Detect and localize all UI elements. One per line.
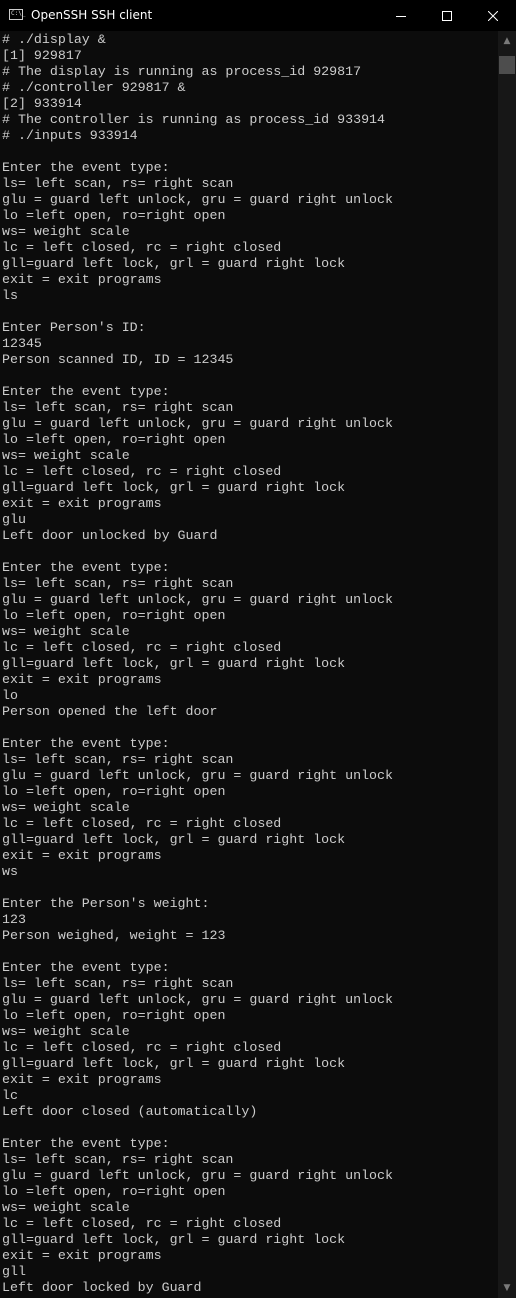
terminal-line: ls: [2, 288, 18, 303]
terminal-line: ls= left scan, rs= right scan: [2, 176, 234, 191]
terminal-line: Enter the event type:: [2, 384, 170, 399]
terminal-line: ls= left scan, rs= right scan: [2, 1152, 234, 1167]
terminal-line: lc = left closed, rc = right closed: [2, 1040, 282, 1055]
title-bar: C:\_ OpenSSH SSH client: [0, 0, 516, 31]
terminal-line: Person scanned ID, ID = 12345: [2, 352, 234, 367]
terminal-line: Enter the Person's weight:: [2, 896, 210, 911]
terminal-line: ws= weight scale: [2, 1024, 130, 1039]
terminal-line: Enter the event type:: [2, 560, 170, 575]
terminal-line: Person weighed, weight = 123: [2, 928, 226, 943]
terminal-line: lo: [2, 688, 18, 703]
terminal-line: # ./display &: [2, 32, 106, 47]
terminal-line: gll=guard left lock, grl = guard right l…: [2, 1056, 346, 1071]
terminal-line: lo =left open, ro=right open: [2, 208, 226, 223]
minimize-button[interactable]: [378, 0, 424, 31]
terminal-line: ws= weight scale: [2, 448, 130, 463]
terminal-line: glu = guard left unlock, gru = guard rig…: [2, 416, 393, 431]
terminal-line: exit = exit programs: [2, 496, 162, 511]
terminal-line: lo =left open, ro=right open: [2, 1008, 226, 1023]
terminal-line: ws= weight scale: [2, 624, 130, 639]
terminal-line: # ./inputs 933914: [2, 128, 138, 143]
terminal-line: Enter the event type:: [2, 1136, 170, 1151]
terminal-line: lc = left closed, rc = right closed: [2, 1216, 282, 1231]
terminal-line: glu: [2, 512, 26, 527]
terminal-line: Left door locked by Guard: [2, 1280, 202, 1295]
close-button[interactable]: [470, 0, 516, 31]
terminal-line: lc = left closed, rc = right closed: [2, 240, 282, 255]
terminal-line: lc: [2, 1088, 18, 1103]
terminal-line: gll=guard left lock, grl = guard right l…: [2, 1232, 346, 1247]
terminal-line: # The display is running as process_id 9…: [2, 64, 362, 79]
terminal-line: ls= left scan, rs= right scan: [2, 752, 234, 767]
terminal-line: ws= weight scale: [2, 800, 130, 815]
terminal-line: ws= weight scale: [2, 1200, 130, 1215]
terminal-line: gll=guard left lock, grl = guard right l…: [2, 480, 346, 495]
window-title: OpenSSH SSH client: [31, 8, 153, 22]
terminal-line: # The controller is running as process_i…: [2, 112, 386, 127]
scroll-down-icon[interactable]: ▼: [498, 1280, 516, 1296]
terminal-line: ls= left scan, rs= right scan: [2, 976, 234, 991]
console-icon: C:\_: [9, 9, 25, 20]
terminal-output[interactable]: # ./display & [1] 929817 # The display is …: [2, 32, 498, 1298]
terminal-line: glu = guard left unlock, gru = guard rig…: [2, 992, 393, 1007]
terminal-line: glu = guard left unlock, gru = guard rig…: [2, 192, 393, 207]
terminal-line: glu = guard left unlock, gru = guard rig…: [2, 768, 393, 783]
terminal-line: Enter Person's ID:: [2, 320, 146, 335]
terminal-line: ls= left scan, rs= right scan: [2, 400, 234, 415]
terminal-line: Left door closed (automatically): [2, 1104, 258, 1119]
minimize-icon: [396, 15, 406, 17]
terminal-line: Enter the event type:: [2, 160, 170, 175]
terminal-line: exit = exit programs: [2, 672, 162, 687]
terminal-line: 12345: [2, 336, 42, 351]
terminal-line: Enter the event type:: [2, 960, 170, 975]
maximize-icon: [442, 10, 452, 21]
terminal-line: glu = guard left unlock, gru = guard rig…: [2, 592, 393, 607]
terminal-line: lc = left closed, rc = right closed: [2, 640, 282, 655]
terminal-line: lo =left open, ro=right open: [2, 784, 226, 799]
terminal-line: lo =left open, ro=right open: [2, 432, 226, 447]
terminal-line: Left door unlocked by Guard: [2, 528, 218, 543]
terminal-line: ws= weight scale: [2, 224, 130, 239]
terminal-line: 123: [2, 912, 26, 927]
terminal-line: ws: [2, 864, 18, 879]
terminal-line: gll=guard left lock, grl = guard right l…: [2, 656, 346, 671]
terminal-line: glu = guard left unlock, gru = guard rig…: [2, 1168, 393, 1183]
terminal-line: Person opened the left door: [2, 704, 218, 719]
terminal-line: exit = exit programs: [2, 1072, 162, 1087]
terminal-line: # ./controller 929817 &: [2, 80, 186, 95]
terminal-line: Enter the event type:: [2, 736, 170, 751]
scrollbar-thumb[interactable]: [499, 56, 515, 74]
terminal-line: gll: [2, 1264, 26, 1279]
terminal-line: lo =left open, ro=right open: [2, 608, 226, 623]
terminal-line: ls= left scan, rs= right scan: [2, 576, 234, 591]
terminal-line: gll=guard left lock, grl = guard right l…: [2, 832, 346, 847]
vertical-scrollbar[interactable]: ▲ ▼: [498, 31, 516, 1298]
maximize-button[interactable]: [424, 0, 470, 31]
terminal-line: gll=guard left lock, grl = guard right l…: [2, 256, 346, 271]
terminal-line: exit = exit programs: [2, 1248, 162, 1263]
terminal-line: [2] 933914: [2, 96, 82, 111]
terminal-line: exit = exit programs: [2, 272, 162, 287]
terminal-line: lc = left closed, rc = right closed: [2, 464, 282, 479]
scroll-up-icon[interactable]: ▲: [498, 33, 516, 49]
terminal-line: [1] 929817: [2, 48, 82, 63]
close-icon: [488, 10, 498, 21]
terminal-line: exit = exit programs: [2, 848, 162, 863]
terminal-line: lc = left closed, rc = right closed: [2, 816, 282, 831]
terminal-line: lo =left open, ro=right open: [2, 1184, 226, 1199]
